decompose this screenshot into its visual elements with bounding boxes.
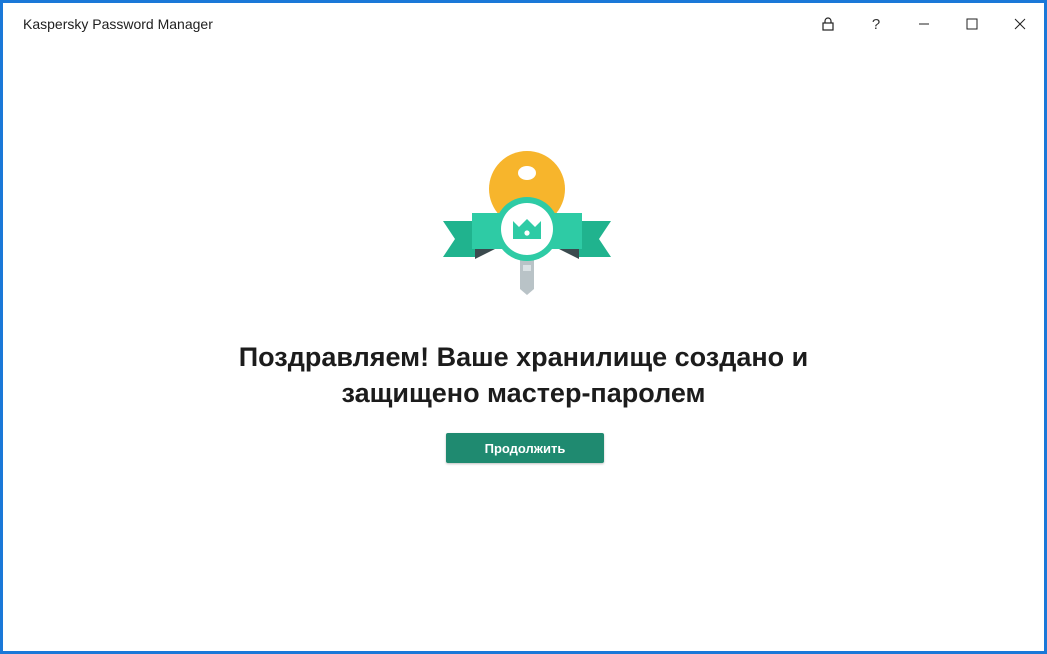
maximize-button[interactable] bbox=[948, 3, 996, 45]
maximize-icon bbox=[966, 18, 978, 30]
titlebar[interactable]: Kaspersky Password Manager ? bbox=[3, 3, 1044, 45]
continue-button[interactable]: Продолжить bbox=[446, 433, 604, 463]
minimize-icon bbox=[919, 23, 929, 25]
help-icon: ? bbox=[871, 15, 881, 33]
app-title: Kaspersky Password Manager bbox=[23, 16, 213, 32]
main-content: Поздравляем! Ваше хранилище создано и за… bbox=[3, 45, 1044, 651]
lock-icon[interactable] bbox=[804, 3, 852, 45]
app-window: Kaspersky Password Manager ? Поздравляем… bbox=[0, 0, 1047, 654]
minimize-button[interactable] bbox=[900, 3, 948, 45]
window-controls: ? bbox=[804, 3, 1044, 45]
close-icon bbox=[1014, 18, 1026, 30]
headline-line-2: защищено мастер-паролем bbox=[341, 378, 706, 408]
help-button[interactable]: ? bbox=[852, 3, 900, 45]
headline-line-1: Поздравляем! Ваше хранилище создано и bbox=[238, 342, 809, 372]
key-crown-badge-icon bbox=[443, 151, 611, 295]
close-button[interactable] bbox=[996, 3, 1044, 45]
page-title: Поздравляем! Ваше хранилище создано и за… bbox=[3, 339, 1044, 411]
